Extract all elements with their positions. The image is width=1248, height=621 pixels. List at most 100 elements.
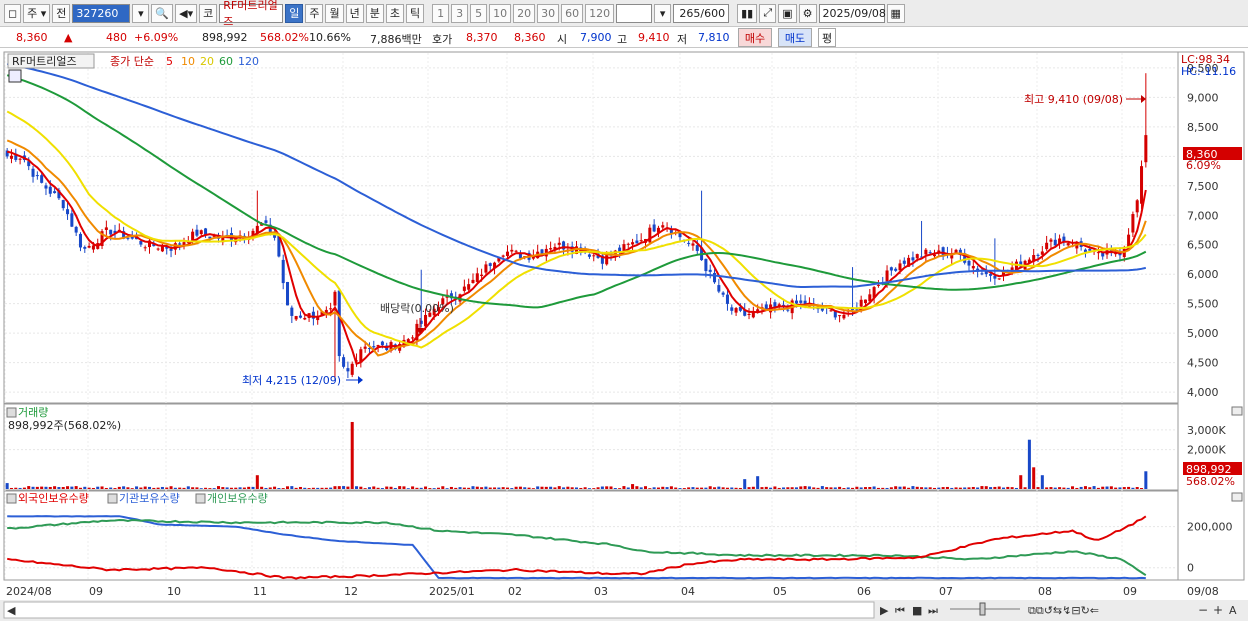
period-month[interactable]: 월 bbox=[325, 3, 344, 23]
count-field[interactable]: 265/600 bbox=[673, 3, 730, 23]
zoom-out-icon[interactable]: − bbox=[1198, 603, 1208, 617]
period-second[interactable]: 초 bbox=[385, 3, 404, 23]
interval-60[interactable]: 60 bbox=[561, 3, 584, 23]
candle-body bbox=[91, 245, 95, 250]
period-year[interactable]: 년 bbox=[345, 3, 364, 23]
volume-bar bbox=[1127, 486, 1131, 489]
volume-bar bbox=[5, 483, 9, 489]
interval-30[interactable]: 30 bbox=[537, 3, 560, 23]
corp-button[interactable]: 코 bbox=[199, 3, 218, 23]
interval-dropdown-icon[interactable]: ▾ bbox=[654, 3, 672, 23]
tool-icons[interactable]: ⧉⧉↺⇆↯⊟↻⇐ bbox=[1028, 604, 1099, 617]
volume-bar bbox=[1049, 487, 1053, 489]
period-week[interactable]: 주 bbox=[305, 3, 324, 23]
volume-bar bbox=[574, 487, 579, 489]
period-tick[interactable]: 틱 bbox=[405, 3, 425, 23]
grid-toggle-icon[interactable] bbox=[8, 69, 22, 83]
volume-bar bbox=[644, 486, 648, 489]
interval-20[interactable]: 20 bbox=[513, 3, 536, 23]
interval-10[interactable]: 10 bbox=[489, 3, 512, 23]
type-select[interactable]: 주 ▾ bbox=[23, 3, 51, 23]
market-select[interactable]: 전 bbox=[52, 3, 71, 23]
search-icon[interactable]: 🔍 bbox=[151, 3, 174, 23]
calendar-icon[interactable]: ▦ bbox=[886, 3, 905, 23]
volume-bar bbox=[1010, 487, 1014, 489]
volume-tick-label: 3,000K bbox=[1187, 424, 1226, 437]
code-dropdown-icon[interactable]: ▾ bbox=[132, 3, 150, 23]
volume-bar bbox=[920, 487, 924, 489]
candle-body bbox=[695, 245, 699, 251]
volume-bar bbox=[510, 488, 514, 489]
zoom-in-icon[interactable]: + bbox=[1213, 603, 1223, 617]
volume-bar bbox=[109, 487, 113, 489]
candle-body bbox=[480, 274, 484, 277]
interval-3[interactable]: 3 bbox=[451, 3, 469, 23]
holding-panel-icon[interactable] bbox=[6, 493, 17, 504]
candle-body bbox=[1131, 214, 1135, 233]
volume-bar bbox=[48, 486, 52, 489]
candle-body bbox=[708, 269, 712, 272]
layout-icon[interactable]: ◻ bbox=[4, 3, 22, 23]
volume-bar bbox=[393, 487, 397, 489]
low-label: 저 bbox=[677, 33, 688, 46]
date-input[interactable]: 2025/09/08 bbox=[818, 3, 886, 23]
candle-body bbox=[178, 243, 182, 245]
volume-panel-icon[interactable] bbox=[6, 407, 17, 418]
x-tick-label: 2025/01 bbox=[429, 585, 475, 598]
candle-body bbox=[1036, 254, 1040, 256]
interval-5[interactable]: 5 bbox=[470, 3, 488, 23]
interval-120[interactable]: 120 bbox=[585, 3, 615, 23]
zoom-slider-handle[interactable] bbox=[979, 602, 986, 616]
scroll-left-icon[interactable]: ◀ bbox=[7, 604, 16, 617]
scrollbar-track[interactable] bbox=[3, 601, 875, 619]
sell-button[interactable]: 매도 bbox=[778, 28, 812, 47]
volume-bar bbox=[820, 486, 824, 489]
volume-bar bbox=[346, 486, 350, 489]
period-day[interactable]: 일 bbox=[285, 3, 304, 23]
volume-bar bbox=[743, 479, 747, 489]
candle-body bbox=[74, 226, 78, 233]
candle-body bbox=[264, 220, 268, 223]
buy-button[interactable]: 매수 bbox=[738, 28, 772, 47]
candle-body bbox=[1053, 239, 1057, 246]
candle-type-icon[interactable]: ▮▮ bbox=[737, 3, 758, 23]
volume-bar bbox=[691, 487, 695, 489]
volume-bar bbox=[186, 486, 190, 489]
holding-panel-close-icon[interactable] bbox=[1231, 492, 1243, 502]
candle-body bbox=[713, 272, 717, 283]
volume-bar bbox=[255, 475, 259, 489]
gear-icon[interactable]: ⚙ bbox=[798, 3, 817, 23]
candle-body bbox=[195, 229, 199, 236]
stop-icon[interactable]: ■ bbox=[912, 604, 922, 617]
volume-bar bbox=[945, 486, 949, 489]
interval-1[interactable]: 1 bbox=[432, 3, 450, 23]
rewind-icon[interactable]: ⏮ bbox=[895, 604, 905, 617]
candle-body bbox=[342, 357, 346, 367]
interval-custom-input[interactable] bbox=[616, 3, 653, 23]
volume-bar bbox=[212, 488, 216, 489]
stock-code-input[interactable]: 327260 bbox=[72, 3, 131, 23]
volume-bar bbox=[182, 487, 186, 489]
sound-icon[interactable]: ◀▾ bbox=[175, 3, 198, 23]
candle-body bbox=[704, 258, 708, 272]
stock-name-field[interactable]: RF머트리얼즈 bbox=[219, 0, 284, 28]
chart-area[interactable]: 4,000 4,500 5,000 5,500 6,000 6,500 7,000 7,500… bbox=[0, 48, 1248, 621]
volume-bar bbox=[1079, 486, 1083, 489]
ma-label: 종가 단순 bbox=[110, 55, 154, 68]
volume-bar bbox=[160, 486, 164, 489]
volume-bar bbox=[993, 486, 997, 489]
volume-bar bbox=[764, 486, 768, 489]
volume-bar bbox=[984, 486, 988, 489]
save-icon[interactable]: ▣ bbox=[778, 3, 797, 23]
volume-bar bbox=[445, 488, 449, 489]
volume-panel-close-icon[interactable] bbox=[1231, 406, 1243, 416]
draw-tool-icon[interactable]: ⤢ bbox=[759, 3, 777, 23]
scroll-right-icon[interactable]: ▶ bbox=[880, 604, 889, 617]
candle-body bbox=[915, 254, 919, 259]
volume-value: 898,992주(568.02%) bbox=[8, 419, 121, 432]
font-size-icon[interactable]: A bbox=[1229, 604, 1237, 617]
x-tick-label-right: 09/08 bbox=[1187, 585, 1219, 598]
eval-button[interactable]: 평 bbox=[818, 28, 836, 47]
forward-icon[interactable]: ⏭ bbox=[928, 604, 938, 617]
period-minute[interactable]: 분 bbox=[365, 3, 384, 23]
